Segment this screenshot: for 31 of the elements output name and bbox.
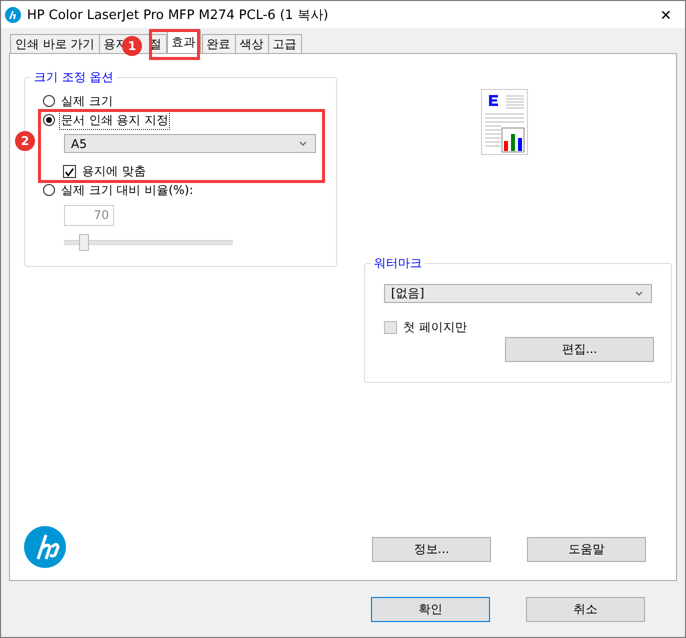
panel-button[interactable]: 정보...: [372, 536, 491, 562]
radio-button[interactable]: [43, 184, 55, 196]
checkbox-label: 용지에 맞춤: [81, 162, 147, 180]
radio-label: 실제 크기 대비 비율(%):: [60, 182, 194, 198]
hp-logo-icon: [24, 526, 66, 568]
tab[interactable]: 색상: [234, 34, 269, 53]
caret-icon: [299, 141, 307, 146]
watermark-dropdown[interactable]: [없음]: [384, 284, 652, 303]
tab[interactable]: 인쇄 바로 가기: [10, 34, 100, 53]
panel-button[interactable]: 도움말: [527, 536, 646, 562]
highlight-frame: [149, 29, 200, 60]
window-title: HP Color LaserJet Pro MFP M274 PCL-6 (1 복사): [27, 6, 330, 24]
radio-label: 문서 인쇄 용지 지정: [59, 110, 170, 130]
radio-button[interactable]: [43, 114, 55, 126]
radio-button[interactable]: [43, 95, 55, 107]
close-button[interactable]: ✕: [651, 2, 681, 26]
check-icon: [64, 166, 75, 178]
group-title: 크기 조정 옵션: [31, 70, 117, 84]
dialog-button[interactable]: 취소: [526, 597, 645, 622]
radio-label: 실제 크기: [60, 92, 114, 110]
dialog-button[interactable]: 확인: [371, 597, 490, 622]
tab[interactable]: 고급: [268, 34, 302, 53]
tab[interactable]: 완료: [202, 34, 236, 53]
checkbox-label: 첫 페이지만: [402, 318, 468, 336]
hp-logo-icon: [5, 6, 21, 22]
checkbox[interactable]: [63, 164, 76, 178]
caret-icon: [635, 291, 643, 296]
edit-button[interactable]: 편집...: [505, 337, 654, 362]
paper-size-dropdown[interactable]: A5: [64, 134, 316, 153]
group-title: 워터마크: [371, 256, 425, 270]
document-preview-icon: [481, 89, 528, 155]
